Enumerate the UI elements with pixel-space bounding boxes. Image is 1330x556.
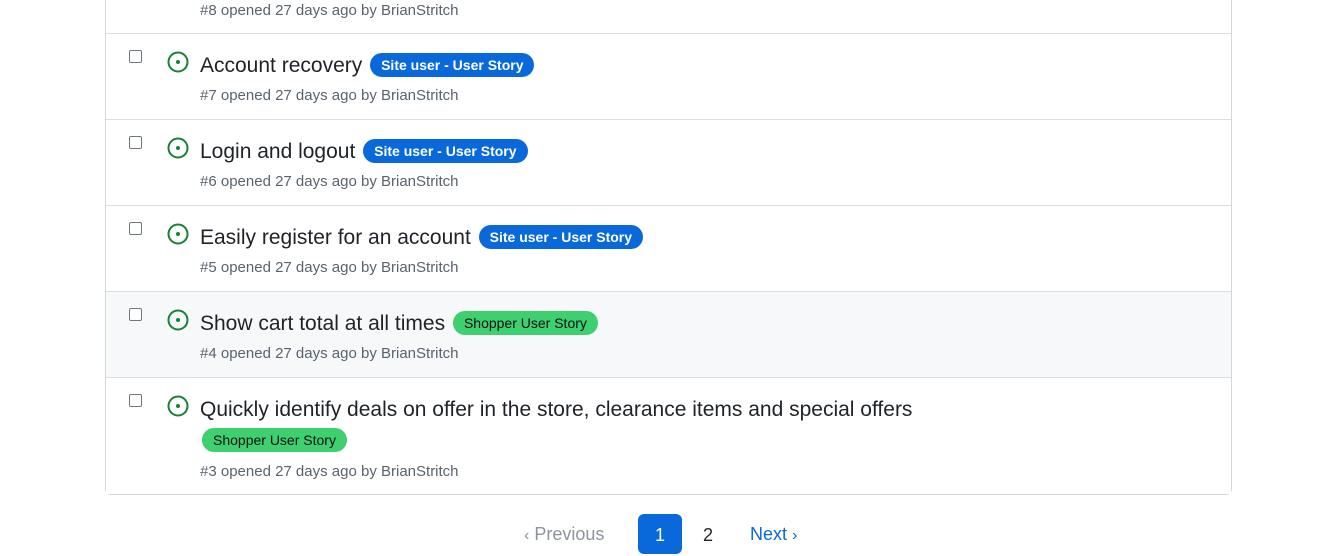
issue-label[interactable]: Site user - User Story — [478, 225, 644, 249]
issue-title-line: Login and logout Site user - User Story — [200, 136, 920, 167]
issue-author-link[interactable]: BrianStritch — [381, 2, 459, 19]
issue-title-line: Account recovery Site user - User Story — [200, 50, 920, 81]
issue-meta: #8 opened 27 days ago by BrianStritch — [200, 1, 459, 21]
issue-opened-text: opened 27 days ago by — [220, 173, 377, 190]
issue-row: Account recovery Site user - User Story … — [106, 33, 1231, 119]
issue-meta: #3 opened 27 days ago by BrianStritch — [200, 462, 459, 482]
issue-author-link[interactable]: BrianStritch — [381, 345, 459, 362]
issue-row: #8 opened 27 days ago by BrianStritch — [106, 0, 1231, 33]
issue-select-checkbox[interactable] — [129, 136, 142, 149]
issue-opened-icon — [167, 395, 189, 417]
chevron-right-icon: › — [792, 527, 798, 544]
issue-row: Show cart total at all times Shopper Use… — [106, 291, 1231, 377]
issue-label[interactable]: Site user - User Story — [363, 139, 528, 163]
issue-title-link[interactable]: Login and logout — [200, 140, 355, 163]
issue-author-link[interactable]: BrianStritch — [381, 173, 459, 190]
page-1-button[interactable]: 1 — [638, 514, 682, 554]
issue-title-link[interactable]: Quickly identify deals on offer in the s… — [200, 398, 912, 421]
issue-select-checkbox[interactable] — [129, 394, 142, 407]
issue-title-line: Quickly identify deals on offer in the s… — [200, 394, 920, 456]
issue-opened-text: opened 27 days ago by — [220, 345, 377, 362]
issue-author-link[interactable]: BrianStritch — [381, 87, 459, 104]
next-label: Next — [750, 524, 788, 544]
issue-number: #5 — [200, 259, 217, 276]
issue-opened-icon — [167, 223, 189, 245]
issue-select-checkbox[interactable] — [129, 222, 142, 235]
issue-title-line: Easily register for an account Site user… — [200, 222, 920, 253]
issue-row: Login and logout Site user - User Story … — [106, 119, 1231, 205]
issue-title-line: Show cart total at all times Shopper Use… — [200, 308, 920, 339]
pagination: ‹ Previous 1 2 Next › — [0, 514, 1330, 554]
issue-row: Easily register for an account Site user… — [106, 205, 1231, 291]
issues-list: #8 opened 27 days ago by BrianStritch Ac… — [105, 0, 1232, 495]
page-2-button[interactable]: 2 — [686, 514, 730, 554]
issue-meta: #5 opened 27 days ago by BrianStritch — [200, 258, 459, 278]
issue-number: #3 — [200, 463, 217, 480]
issue-opened-text: opened 27 days ago by — [220, 87, 377, 104]
issue-select-checkbox[interactable] — [129, 308, 142, 321]
issue-number: #6 — [200, 173, 217, 190]
issue-opened-icon — [167, 137, 189, 159]
issue-opened-text: opened 27 days ago by — [220, 463, 377, 480]
issue-number: #8 — [200, 2, 217, 19]
issue-row: Quickly identify deals on offer in the s… — [106, 377, 1231, 494]
issue-number: #4 — [200, 345, 217, 362]
issue-author-link[interactable]: BrianStritch — [381, 259, 459, 276]
issue-label[interactable]: Shopper User Story — [202, 428, 347, 452]
previous-label: Previous — [534, 524, 605, 544]
issue-meta: #7 opened 27 days ago by BrianStritch — [200, 86, 459, 106]
issue-select-checkbox[interactable] — [129, 50, 142, 63]
issue-opened-icon — [167, 309, 189, 331]
issue-author-link[interactable]: BrianStritch — [381, 463, 459, 480]
next-page-button[interactable]: Next › — [750, 524, 797, 545]
issue-title-link[interactable]: Account recovery — [200, 54, 362, 77]
issue-meta: #6 opened 27 days ago by BrianStritch — [200, 172, 459, 192]
issue-meta: #4 opened 27 days ago by BrianStritch — [200, 344, 459, 364]
issue-label[interactable]: Shopper User Story — [452, 311, 598, 335]
issue-opened-text: opened 27 days ago by — [220, 2, 377, 19]
issue-title-link[interactable]: Show cart total at all times — [200, 312, 445, 335]
issue-label[interactable]: Site user - User Story — [370, 53, 535, 77]
issue-title-link[interactable]: Easily register for an account — [200, 226, 471, 249]
issue-number: #7 — [200, 87, 217, 104]
issue-opened-icon — [167, 51, 189, 73]
issue-opened-text: opened 27 days ago by — [220, 259, 377, 276]
chevron-left-icon: ‹ — [524, 527, 530, 544]
previous-page-button: ‹ Previous — [524, 524, 604, 545]
